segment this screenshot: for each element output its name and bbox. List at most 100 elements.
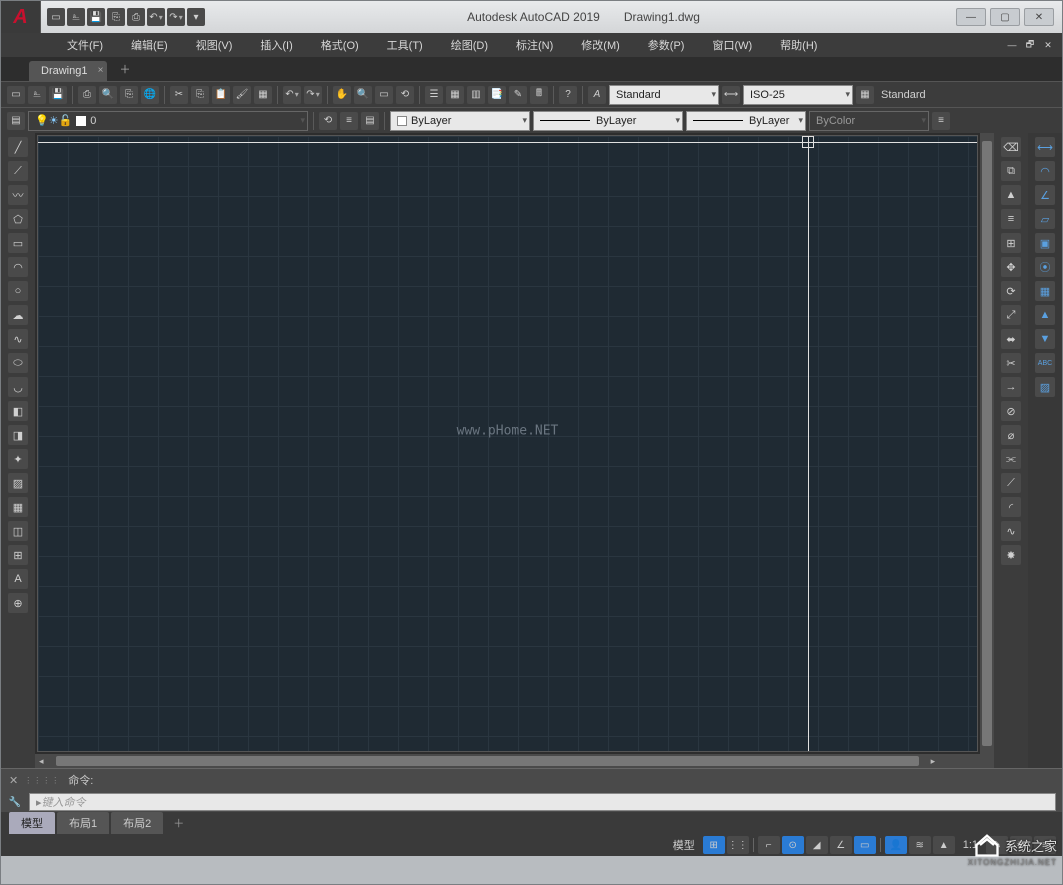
area-icon[interactable]: ▱ — [1035, 209, 1055, 229]
quickcalc-icon[interactable]: 🖩 — [530, 86, 548, 104]
chamfer-icon[interactable]: ⟋ — [1001, 473, 1021, 493]
qat-dropdown-icon[interactable]: ▾ — [187, 8, 205, 26]
polygon-icon[interactable]: ⬠ — [8, 209, 28, 229]
quickselect-icon[interactable]: ⦿ — [1035, 257, 1055, 277]
menu-insert[interactable]: 插入(I) — [246, 33, 306, 57]
insert-block-icon[interactable]: ◧ — [8, 401, 28, 421]
undo-icon[interactable]: ↶▾ — [147, 8, 165, 26]
doc-close-icon[interactable]: ✕ — [1040, 38, 1056, 52]
back-icon[interactable]: ▼ — [1035, 329, 1055, 349]
menu-parametric[interactable]: 参数(P) — [634, 33, 699, 57]
new-icon[interactable]: ▭ — [7, 86, 25, 104]
layer-combo[interactable]: 💡☀🔓 0 — [28, 111, 308, 131]
drawing-canvas[interactable]: www.pHome.NET — [37, 135, 978, 752]
make-block-icon[interactable]: ◨ — [8, 425, 28, 445]
menu-help[interactable]: 帮助(H) — [766, 33, 831, 57]
minimize-button[interactable]: — — [956, 8, 986, 26]
fillet-icon[interactable]: ◜ — [1001, 497, 1021, 517]
point-icon[interactable]: ✦ — [8, 449, 28, 469]
menu-file[interactable]: 文件(F) — [53, 33, 117, 57]
linetype-combo[interactable]: ByLayer — [533, 111, 683, 131]
menu-view[interactable]: 视图(V) — [182, 33, 247, 57]
explode-icon[interactable]: ✸ — [1001, 545, 1021, 565]
app-logo[interactable]: A — [1, 1, 41, 33]
menu-edit[interactable]: 编辑(E) — [117, 33, 182, 57]
doc-restore-icon[interactable]: 🗗 — [1022, 38, 1038, 52]
ortho-toggle-icon[interactable]: ⌐ — [758, 836, 780, 854]
plotstyle-combo[interactable]: ByColor — [809, 111, 929, 131]
spline-icon[interactable]: ∿ — [8, 329, 28, 349]
isodraft-icon[interactable]: ◢ — [806, 836, 828, 854]
osnap-toggle-icon[interactable]: ∠ — [830, 836, 852, 854]
vertical-scrollbar[interactable] — [980, 133, 994, 754]
angle-icon[interactable]: ∠ — [1035, 185, 1055, 205]
join-icon[interactable]: ⫘ — [1001, 449, 1021, 469]
matchprop-icon[interactable]: 🖌 — [233, 86, 251, 104]
cmd-handle-icon[interactable]: ⋮⋮⋮⋮ — [24, 776, 60, 785]
sheetset-icon[interactable]: 📑 — [488, 86, 506, 104]
ellipse-icon[interactable]: ⬭ — [8, 353, 28, 373]
menu-dimension[interactable]: 标注(N) — [502, 33, 567, 57]
transparency-icon[interactable]: ≋ — [909, 836, 931, 854]
blend-icon[interactable]: ∿ — [1001, 521, 1021, 541]
selectall-icon[interactable]: ▦ — [1035, 281, 1055, 301]
hatch-back-icon[interactable]: ▨ — [1035, 377, 1055, 397]
erase-icon[interactable]: ⌫ — [1001, 137, 1021, 157]
layer-properties-icon[interactable]: ▤ — [7, 112, 25, 130]
menu-modify[interactable]: 修改(M) — [567, 33, 634, 57]
scale-icon[interactable]: ⤢ — [1001, 305, 1021, 325]
cmd-close-icon[interactable]: ✕ — [9, 774, 18, 787]
list-icon[interactable]: ≡ — [932, 112, 950, 130]
ellipse-arc-icon[interactable]: ◡ — [8, 377, 28, 397]
layout-tab-2[interactable]: 布局2 — [111, 812, 163, 834]
status-model-label[interactable]: 模型 — [667, 837, 701, 853]
region-icon[interactable]: ◫ — [8, 521, 28, 541]
textstyle-combo[interactable]: Standard — [609, 85, 719, 105]
open-icon[interactable]: ⎁ — [28, 86, 46, 104]
cut-icon[interactable]: ✂ — [170, 86, 188, 104]
textstyle-icon[interactable]: A — [588, 86, 606, 104]
break-icon[interactable]: ⌀ — [1001, 425, 1021, 445]
blockeditor-icon[interactable]: ▦ — [254, 86, 272, 104]
rotate-icon[interactable]: ⟳ — [1001, 281, 1021, 301]
copy-object-icon[interactable]: ⧉ — [1001, 161, 1021, 181]
radius-icon[interactable]: ◠ — [1035, 161, 1055, 181]
plot-icon[interactable]: ⎙ — [78, 86, 96, 104]
tab-close-icon[interactable]: × — [98, 65, 104, 76]
snap-toggle-icon[interactable]: ⋮⋮ — [727, 836, 749, 854]
redo-icon[interactable]: ↷▾ — [304, 86, 322, 104]
lwt-toggle-icon[interactable]: 👤 — [885, 836, 907, 854]
layout-tab-add[interactable]: ＋ — [165, 812, 192, 834]
selection-cycling-icon[interactable]: ▲ — [933, 836, 955, 854]
layout-tab-1[interactable]: 布局1 — [57, 812, 109, 834]
revcloud-icon[interactable]: ☁ — [8, 305, 28, 325]
line-icon[interactable]: ╱ — [8, 137, 28, 157]
save-icon[interactable]: 💾 — [49, 86, 67, 104]
extend-icon[interactable]: → — [1001, 377, 1021, 397]
polar-toggle-icon[interactable]: ⊙ — [782, 836, 804, 854]
stretch-icon[interactable]: ⬌ — [1001, 329, 1021, 349]
close-button[interactable]: ✕ — [1024, 8, 1054, 26]
save-icon[interactable]: 💾 — [87, 8, 105, 26]
properties-icon[interactable]: ☰ — [425, 86, 443, 104]
doc-minimize-icon[interactable]: — — [1004, 38, 1020, 52]
offset-icon[interactable]: ≡ — [1001, 209, 1021, 229]
help-icon[interactable]: ? — [559, 86, 577, 104]
menu-window[interactable]: 窗口(W) — [698, 33, 766, 57]
polyline-icon[interactable]: 〰 — [8, 185, 28, 205]
rectangle-icon[interactable]: ▭ — [8, 233, 28, 253]
menu-draw[interactable]: 绘图(D) — [437, 33, 502, 57]
grid-toggle-icon[interactable]: ⊞ — [703, 836, 725, 854]
document-tab[interactable]: Drawing1 × — [29, 61, 107, 81]
front-icon[interactable]: ▲ — [1035, 305, 1055, 325]
redo-icon[interactable]: ↷▾ — [167, 8, 185, 26]
layer-iso-icon[interactable]: ▤ — [361, 112, 379, 130]
break-at-point-icon[interactable]: ⊘ — [1001, 401, 1021, 421]
table-icon[interactable]: ⊞ — [8, 545, 28, 565]
saveas-icon[interactable]: ⎘ — [107, 8, 125, 26]
color-combo[interactable]: ByLayer — [390, 111, 530, 131]
mtext-icon[interactable]: A — [8, 569, 28, 589]
hatch-icon[interactable]: ▨ — [8, 473, 28, 493]
construction-line-icon[interactable]: ⟋ — [8, 161, 28, 181]
plot-preview-icon[interactable]: 🔍 — [99, 86, 117, 104]
